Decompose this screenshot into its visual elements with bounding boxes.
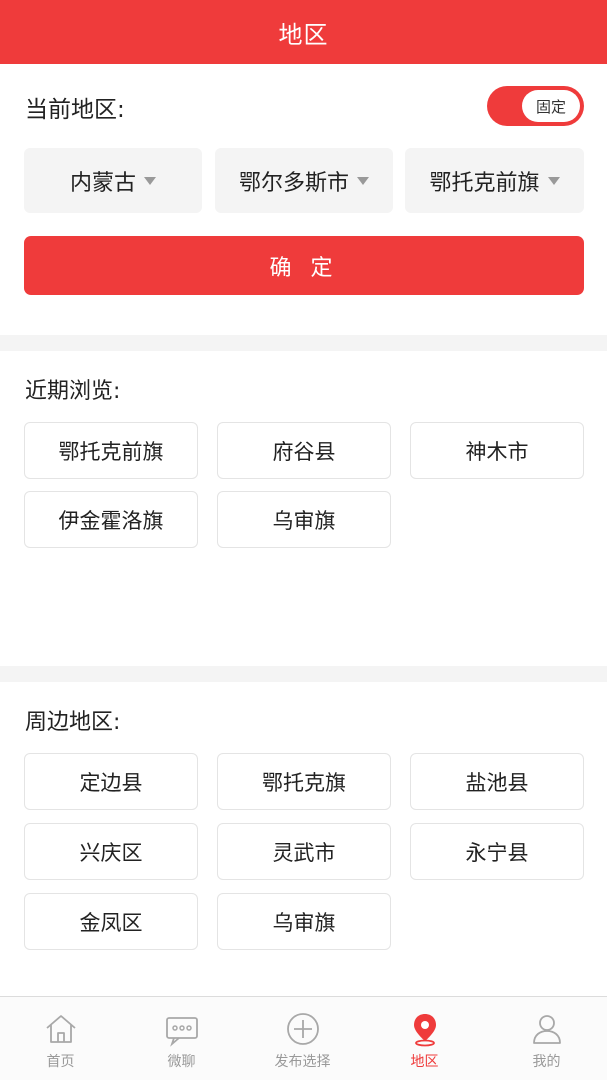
fixed-toggle-label: 固定 <box>522 90 580 122</box>
tab-region[interactable]: 地区 <box>364 997 485 1081</box>
tab-publish[interactable]: 发布选择 <box>242 997 363 1081</box>
nearby-item[interactable]: 灵武市 <box>217 823 391 880</box>
recent-item[interactable]: 府谷县 <box>217 422 391 479</box>
region-selects: 内蒙古 鄂尔多斯市 鄂托克前旗 <box>24 148 584 213</box>
province-select[interactable]: 内蒙古 <box>24 148 202 213</box>
recent-item[interactable]: 伊金霍洛旗 <box>24 491 198 548</box>
tab-home[interactable]: 首页 <box>0 997 121 1081</box>
district-select[interactable]: 鄂托克前旗 <box>405 148 584 213</box>
recent-item[interactable]: 乌审旗 <box>217 491 391 548</box>
bottom-tab-bar: 首页 微聊 发布选择 地区 我的 <box>0 996 607 1080</box>
district-select-value: 鄂托克前旗 <box>429 170 540 196</box>
tab-home-label: 首页 <box>46 1054 75 1070</box>
recent-item[interactable]: 鄂托克前旗 <box>24 422 198 479</box>
city-select-value: 鄂尔多斯市 <box>238 170 349 196</box>
province-select-value: 内蒙古 <box>69 170 136 196</box>
tab-mine[interactable]: 我的 <box>486 997 607 1081</box>
tab-publish-label: 发布选择 <box>274 1054 331 1070</box>
caret-down-icon <box>144 176 156 185</box>
nearby-title: 周边地区: <box>25 710 121 735</box>
recent-title: 近期浏览: <box>25 379 121 404</box>
nearby-item[interactable]: 金凤区 <box>24 893 198 950</box>
recent-section: 近期浏览: 鄂托克前旗 府谷县 神木市 伊金霍洛旗 乌审旗 <box>0 351 607 666</box>
current-region-label: 当前地区: <box>25 97 125 123</box>
tab-mine-label: 我的 <box>532 1054 561 1070</box>
city-select[interactable]: 鄂尔多斯市 <box>215 148 393 213</box>
section-divider <box>0 666 607 682</box>
section-divider <box>0 335 607 351</box>
nearby-item[interactable]: 兴庆区 <box>24 823 198 880</box>
tab-chat-label: 微聊 <box>167 1054 196 1070</box>
location-pin-icon <box>413 1014 436 1047</box>
chat-icon <box>165 1017 198 1047</box>
current-region-section: 当前地区: 固定 内蒙古 鄂尔多斯市 鄂托克前旗 确 定 <box>0 64 607 335</box>
title-bar: 地区 <box>0 0 607 64</box>
nearby-item[interactable]: 定边县 <box>24 753 198 810</box>
caret-down-icon <box>547 176 560 185</box>
page-title: 地区 <box>278 20 329 49</box>
tab-chat[interactable]: 微聊 <box>121 997 242 1081</box>
caret-down-icon <box>357 176 369 185</box>
home-icon <box>45 1015 76 1043</box>
nearby-item[interactable]: 永宁县 <box>410 823 584 880</box>
confirm-button[interactable]: 确 定 <box>24 236 584 295</box>
tab-region-label: 地区 <box>410 1054 439 1070</box>
nearby-item[interactable]: 鄂托克旗 <box>217 753 391 810</box>
plus-circle-icon <box>286 1013 319 1045</box>
nearby-section: 周边地区: 定边县 鄂托克旗 盐池县 兴庆区 灵武市 永宁县 金凤区 乌审旗 <box>0 682 607 996</box>
recent-item[interactable]: 神木市 <box>410 422 584 479</box>
nearby-item[interactable]: 盐池县 <box>410 753 584 810</box>
fixed-toggle[interactable]: 固定 <box>487 86 584 126</box>
nearby-item[interactable]: 乌审旗 <box>217 893 391 950</box>
user-icon <box>532 1015 561 1044</box>
